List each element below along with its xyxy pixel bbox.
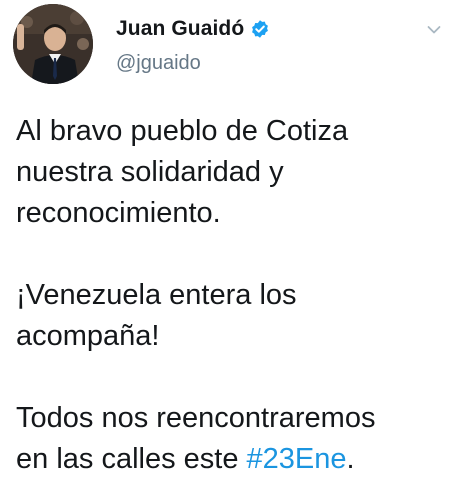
verified-badge-icon [250, 19, 270, 39]
tweet-card: Juan Guaidó @jguaido Al bravo pueblo de … [0, 0, 457, 495]
tweet-line: Al bravo pueblo de Cotiza [16, 115, 349, 147]
chevron-down-icon[interactable] [427, 22, 441, 34]
tweet-header: Juan Guaidó @jguaido [13, 4, 453, 84]
tweet-paragraph: ¡Venezuela entera los acompaña! [16, 275, 446, 357]
hashtag-link[interactable]: #23Ene [247, 443, 347, 475]
tweet-line: ¡Venezuela entera los [16, 279, 297, 311]
display-name[interactable]: Juan Guaidó [116, 17, 244, 41]
name-row: Juan Guaidó [116, 17, 270, 41]
user-handle[interactable]: @jguaido [116, 52, 201, 75]
tweet-text: Al bravo pueblo de Cotiza nuestra solida… [16, 111, 446, 480]
tweet-line: acompaña! [16, 320, 160, 352]
tweet-line: reconocimiento. [16, 197, 221, 229]
tweet-text-segment: . [346, 443, 355, 475]
tweet-paragraph: Al bravo pueblo de Cotiza nuestra solida… [16, 111, 446, 234]
tweet-text-segment: en las calles este [16, 443, 247, 475]
tweet-line: Todos nos reencontraremos [16, 402, 376, 434]
tweet-line: nuestra solidaridad y [16, 156, 284, 188]
tweet-line-with-hashtag: en las calles este #23Ene. [16, 439, 446, 480]
tweet-paragraph: Todos nos reencontraremos en las calles … [16, 398, 446, 480]
avatar[interactable] [13, 4, 93, 84]
